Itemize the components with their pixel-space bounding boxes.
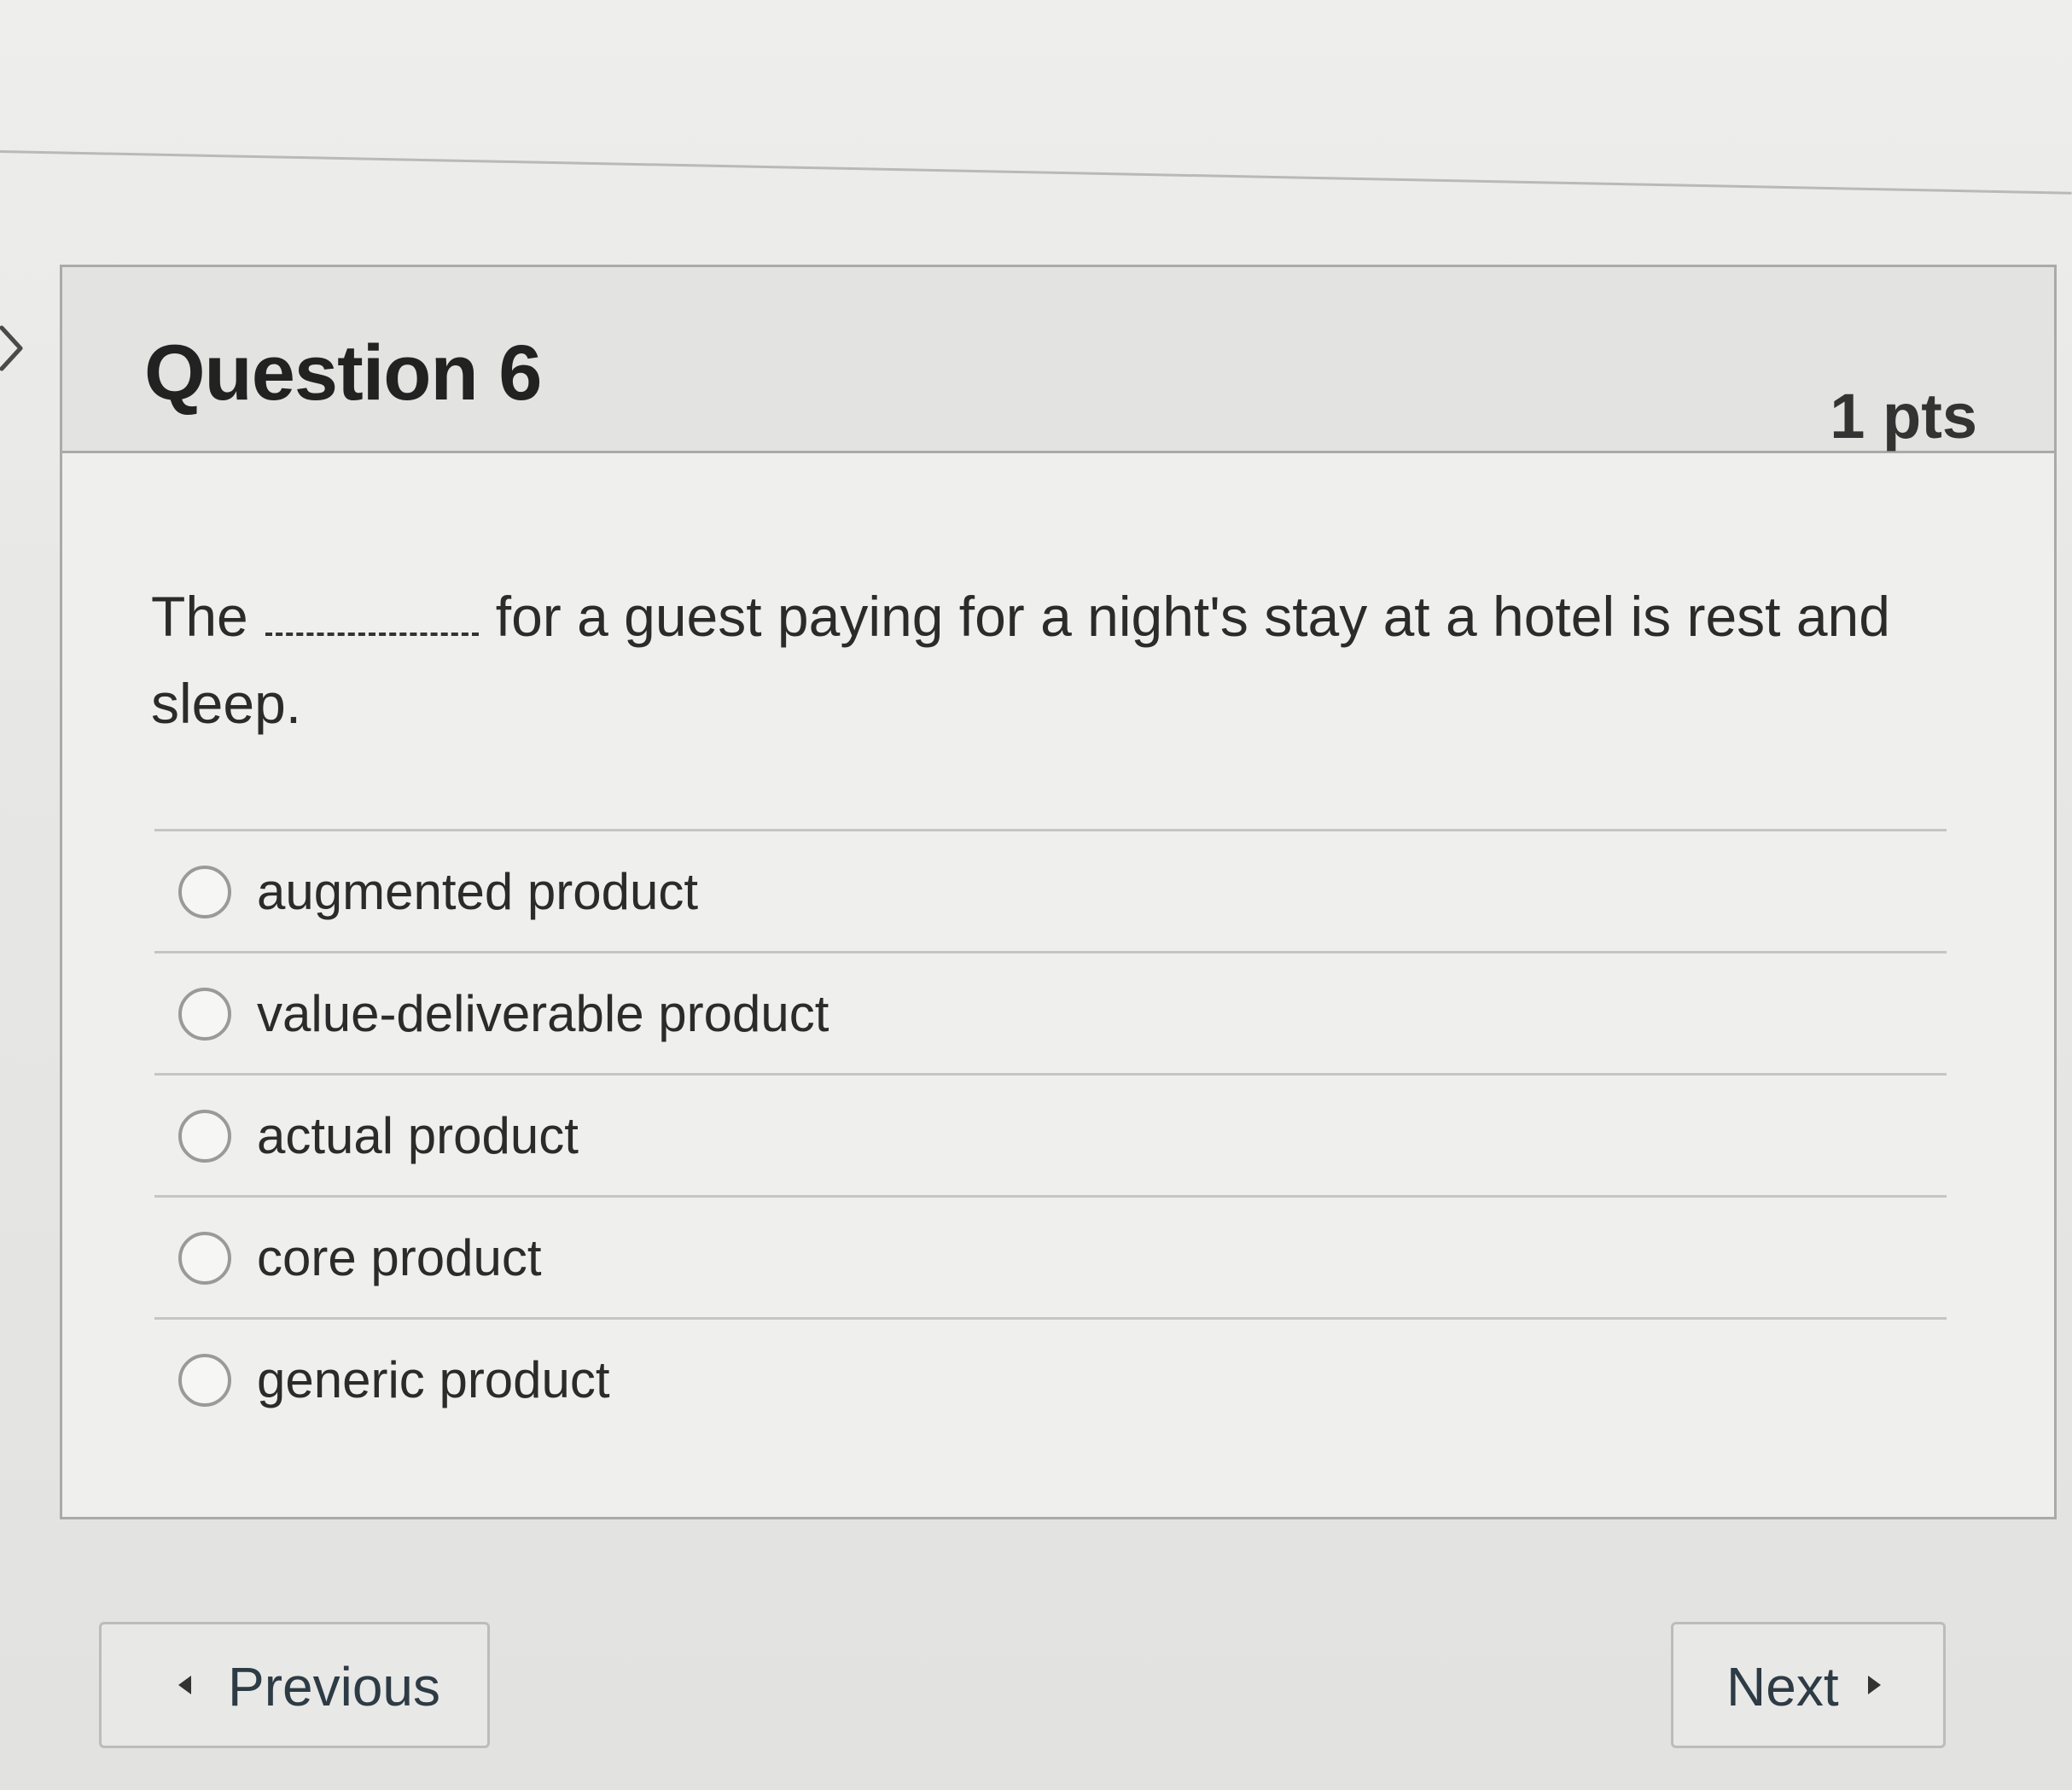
radio-button[interactable] — [178, 866, 231, 918]
question-points: 1 pts — [1830, 381, 1977, 452]
answer-label[interactable]: core product — [257, 1228, 542, 1287]
answer-label[interactable]: value-deliverable product — [257, 984, 829, 1043]
previous-button[interactable]: Previous — [99, 1622, 490, 1748]
chevron-right-icon[interactable] — [0, 323, 29, 374]
answer-option[interactable]: actual product — [154, 1073, 1947, 1195]
next-button[interactable]: Next — [1671, 1622, 1946, 1748]
answer-option[interactable]: generic product — [154, 1317, 1947, 1439]
radio-button[interactable] — [178, 1232, 231, 1285]
answer-option[interactable]: core product — [154, 1195, 1947, 1317]
page-divider — [0, 150, 2072, 195]
radio-button[interactable] — [178, 1354, 231, 1407]
question-text: The for a guest paying for a night's stay… — [151, 573, 1960, 747]
question-header: Question 6 1 pts — [62, 267, 2054, 453]
question-text-after: for a guest paying for a night's stay at… — [151, 585, 1890, 735]
answer-option[interactable]: augmented product — [154, 829, 1947, 951]
previous-button-label: Previous — [228, 1656, 440, 1717]
radio-button[interactable] — [178, 988, 231, 1041]
next-button-label: Next — [1726, 1656, 1839, 1717]
answer-label[interactable]: generic product — [257, 1350, 610, 1409]
question-text-before: The — [151, 585, 248, 648]
triangle-right-icon — [1868, 1676, 1881, 1694]
question-title: Question 6 — [144, 329, 542, 417]
radio-button[interactable] — [178, 1110, 231, 1163]
triangle-left-icon — [178, 1676, 191, 1694]
answer-label[interactable]: augmented product — [257, 862, 698, 921]
answer-option[interactable]: value-deliverable product — [154, 951, 1947, 1073]
answer-list: augmented product value-deliverable prod… — [154, 829, 1947, 1439]
answer-label[interactable]: actual product — [257, 1106, 579, 1165]
question-card: Question 6 1 pts The for a guest paying f… — [60, 265, 2057, 1519]
question-body: The for a guest paying for a night's stay… — [62, 453, 2054, 1517]
fill-in-blank — [265, 633, 479, 636]
